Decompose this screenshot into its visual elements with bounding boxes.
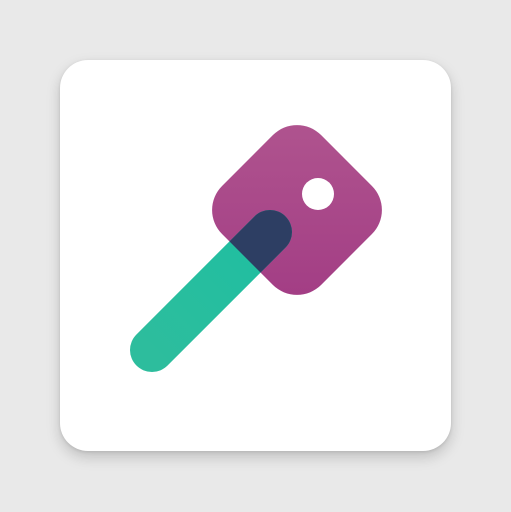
key-icon	[130, 125, 382, 372]
app-icon-tile[interactable]	[60, 60, 451, 451]
screen	[0, 0, 511, 512]
key-hole	[302, 178, 334, 210]
